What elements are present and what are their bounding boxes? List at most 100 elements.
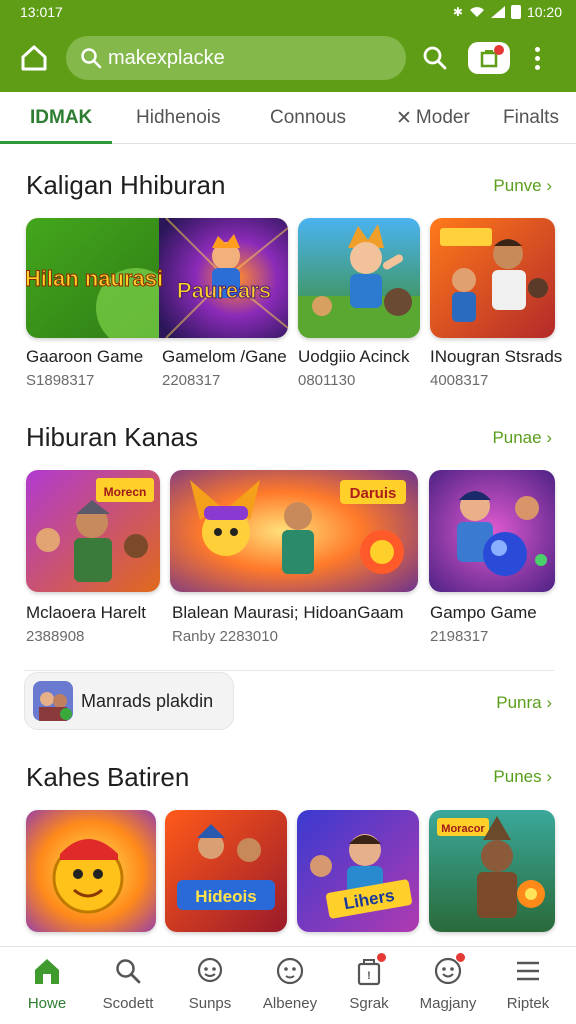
more-label: Punra <box>496 693 542 712</box>
tab-idmak[interactable]: IDMAK <box>30 92 92 144</box>
search-icon <box>81 48 102 69</box>
nav-item-riptek[interactable]: Riptek <box>488 955 568 1012</box>
store-button[interactable] <box>468 42 510 74</box>
search-icon <box>423 46 447 70</box>
game-card-image[interactable]: Moracor <box>429 810 555 932</box>
game-art: Lihers <box>297 810 419 932</box>
notification-badge <box>455 952 466 963</box>
more-label: Punae <box>492 428 542 447</box>
status-time-right: 10:20 <box>526 4 562 20</box>
nav-item-magjany[interactable]: Magjany <box>408 952 488 1012</box>
game-card-image[interactable]: Daruis <box>170 470 418 592</box>
category-tabs: IDMAK Hidhenois Connous ✕ Moder Finalts <box>0 92 576 144</box>
game-art-text: Hideois <box>195 887 256 906</box>
section-title: Kahes Batiren <box>26 762 190 792</box>
search-bar[interactable]: makexplacke <box>66 36 406 80</box>
more-label: Punes <box>493 767 542 786</box>
more-dot <box>534 64 540 70</box>
search-icon <box>112 955 144 987</box>
nav-item-sgrak[interactable]: ! Sgrak <box>329 952 409 1012</box>
face-icon <box>274 955 306 987</box>
tab-hidhenois[interactable]: Hidhenois <box>136 92 221 144</box>
nav-label: Riptek <box>506 995 550 1012</box>
nav-item-sunps[interactable]: Sunps <box>170 955 250 1012</box>
game-card-image[interactable]: Lihers <box>297 810 419 932</box>
game-title[interactable]: INougran Stsrads <box>430 347 562 367</box>
search-input[interactable]: makexplacke <box>108 47 225 70</box>
game-title[interactable]: Gampo Game <box>430 603 537 623</box>
app-bar: makexplacke <box>0 24 576 92</box>
game-title[interactable]: Uodgiio Acinck <box>298 347 410 367</box>
more-options-button[interactable] <box>530 46 544 70</box>
game-card-image[interactable]: Hideois <box>165 810 287 932</box>
home-icon <box>31 955 63 987</box>
game-card-image[interactable] <box>298 218 420 338</box>
game-card-image[interactable] <box>26 810 156 932</box>
divider <box>24 670 554 671</box>
game-subtitle: S1898317 <box>26 372 95 389</box>
game-subtitle: 2388908 <box>26 628 85 645</box>
bottom-navigation: Howe Scodett Sunps Albeney ! Sgrak Magja… <box>0 946 576 1024</box>
game-subtitle: 4008317 <box>430 372 489 389</box>
game-art <box>429 470 555 592</box>
search-button[interactable] <box>420 43 450 73</box>
more-dot <box>534 55 540 61</box>
more-label: Punve <box>493 176 542 195</box>
chip-more-link[interactable]: Punra › <box>496 693 552 713</box>
game-art-text: Paurears <box>177 278 271 303</box>
section-more-link[interactable]: Punes › <box>493 767 552 787</box>
game-title[interactable]: Gamelom /Gane <box>162 347 287 367</box>
game-subtitle: 2198317 <box>430 628 489 645</box>
game-art: Hideois <box>165 810 287 932</box>
chip-game-icon <box>33 681 73 721</box>
nav-item-home[interactable]: Howe <box>7 955 87 1012</box>
game-art-text: Daruis <box>350 485 397 502</box>
game-title[interactable]: Blalean Maurasi; HidoanGaam <box>172 603 404 623</box>
section-title: Kaligan Hhiburan <box>26 170 226 200</box>
game-art <box>430 218 555 338</box>
nav-label: Sgrak <box>349 995 389 1012</box>
game-title[interactable]: Mclaoera Harelt <box>26 603 146 623</box>
section-title: Hiburan Kanas <box>26 422 198 452</box>
recommendation-chip[interactable]: Manrads plakdin <box>24 672 234 730</box>
game-art-text: Moracor <box>441 823 485 835</box>
nav-item-search[interactable]: Scodett <box>88 955 168 1012</box>
game-art: Morecn <box>26 470 160 592</box>
section-more-link[interactable]: Punve › <box>493 176 552 196</box>
game-art: Moracor <box>429 810 555 932</box>
wifi-icon <box>469 7 484 17</box>
notification-dot <box>494 45 504 55</box>
game-card-image[interactable]: Morecn <box>26 470 160 592</box>
notification-badge <box>376 952 387 963</box>
tab-moder[interactable]: ✕ Moder <box>396 92 470 144</box>
nav-label: Albeney <box>262 995 318 1012</box>
bluetooth-icon: ✱ <box>452 5 463 19</box>
game-subtitle: 2208317 <box>162 372 221 389</box>
game-title[interactable]: Gaaroon Game <box>26 347 143 367</box>
status-icons: ✱ 10:20 <box>453 4 562 20</box>
game-art <box>26 810 156 932</box>
game-subtitle: Ranby 2283010 <box>172 628 278 645</box>
signal-icon <box>490 6 505 18</box>
game-art-text: Morecn <box>104 485 147 499</box>
tab-connous[interactable]: Connous <box>270 92 346 144</box>
game-subtitle: 0801130 <box>298 372 356 389</box>
svg-text:!: ! <box>367 970 371 982</box>
menu-icon <box>512 955 544 987</box>
tab-finalts[interactable]: Finalts <box>503 92 559 144</box>
game-card-image[interactable] <box>430 218 555 338</box>
more-dot <box>534 46 540 52</box>
game-art <box>298 218 420 338</box>
section-more-link[interactable]: Punae › <box>492 428 552 448</box>
home-button[interactable] <box>16 40 52 76</box>
nav-item-albeney[interactable]: Albeney <box>250 955 330 1012</box>
game-card-image[interactable] <box>429 470 555 592</box>
bag-icon: ! <box>353 952 387 987</box>
game-art: Daruis <box>170 470 418 592</box>
game-card-image[interactable]: Hilan naurasi Paurears <box>26 218 288 338</box>
chat-icon <box>194 955 226 987</box>
home-icon <box>21 45 47 71</box>
active-tab-indicator <box>0 141 112 144</box>
status-time-left: 13:017 <box>20 4 63 20</box>
app-header: 13:017 ✱ 10:20 makexplacke <box>0 0 576 92</box>
